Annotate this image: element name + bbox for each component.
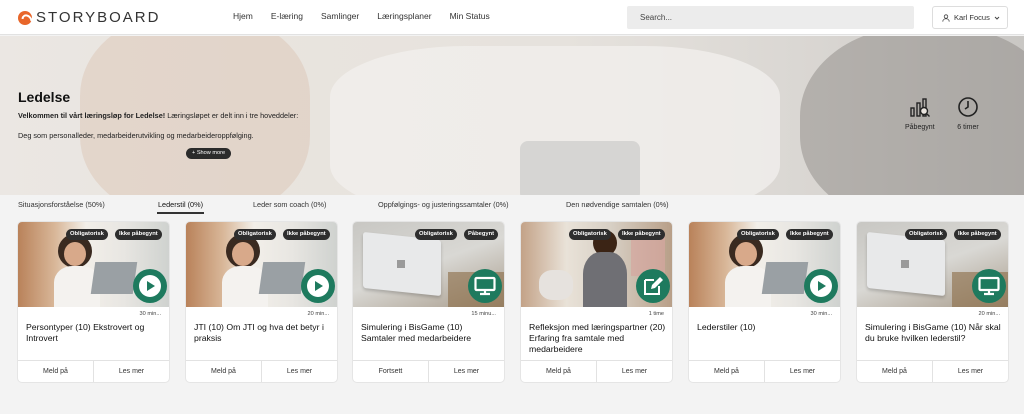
read-more-button[interactable]: Les mer bbox=[597, 361, 672, 382]
mandatory-badge: Obligatorisk bbox=[66, 229, 108, 240]
nav-item-min-status[interactable]: Min Status bbox=[450, 11, 490, 21]
card-duration: 20 min... bbox=[978, 311, 1000, 317]
tab-oppfolgingssamtaler[interactable]: Oppfølgings- og justeringssamtaler (0%) bbox=[378, 200, 509, 209]
section-tabs: Situasjonsforståelse (50%) Lederstil (0%… bbox=[0, 195, 1024, 215]
card-title[interactable]: Simulering i BisGame (10) Samtaler med m… bbox=[361, 322, 499, 344]
play-button[interactable] bbox=[301, 269, 335, 303]
card-actions: Fortsett Les mer bbox=[353, 360, 504, 382]
status-badge: Ikke påbegynt bbox=[786, 229, 833, 240]
logo-icon bbox=[18, 10, 32, 25]
status-badge: Ikke påbegynt bbox=[115, 229, 162, 240]
course-card[interactable]: Obligatorisk Ikke påbegynt 20 min... Sim… bbox=[857, 222, 1008, 382]
enroll-button[interactable]: Meld på bbox=[857, 361, 933, 382]
nav-item-e-laering[interactable]: E-læring bbox=[271, 11, 303, 21]
card-duration: 20 min... bbox=[307, 311, 329, 317]
status-badge: Påbegynt bbox=[464, 229, 499, 240]
status-badge: Ikke påbegynt bbox=[618, 229, 665, 240]
intro-text-line2: Deg som personalleder, medarbeiderutvikl… bbox=[18, 131, 254, 140]
main-nav: Hjem E-læring Samlinger Læringsplaner Mi… bbox=[233, 11, 508, 21]
read-more-button[interactable]: Les mer bbox=[933, 361, 1008, 382]
course-card[interactable]: Obligatorisk Ikke påbegynt 30 min... Led… bbox=[689, 222, 840, 382]
tab-lederstil[interactable]: Lederstil (0%) bbox=[156, 200, 205, 214]
progress-chart-icon bbox=[910, 98, 930, 117]
card-actions: Meld på Les mer bbox=[857, 360, 1008, 382]
nav-item-hjem[interactable]: Hjem bbox=[233, 11, 253, 21]
nav-item-samlinger[interactable]: Samlinger bbox=[321, 11, 359, 21]
logo[interactable]: STORYBOARD bbox=[18, 9, 160, 26]
top-bar: STORYBOARD Hjem E-læring Samlinger Lærin… bbox=[0, 0, 1024, 35]
tab-leder-som-coach[interactable]: Leder som coach (0%) bbox=[253, 200, 326, 209]
edit-icon bbox=[644, 277, 663, 295]
tab-nodvendige-samtalen[interactable]: Den nødvendige samtalen (0%) bbox=[566, 200, 669, 209]
chevron-down-icon bbox=[994, 16, 1000, 20]
mandatory-badge: Obligatorisk bbox=[737, 229, 779, 240]
status-badge: Ikke påbegynt bbox=[954, 229, 1001, 240]
card-title[interactable]: JTI (10) Om JTI og hva det betyr i praks… bbox=[194, 322, 332, 344]
clock-icon bbox=[958, 97, 978, 117]
card-actions: Meld på Les mer bbox=[521, 360, 672, 382]
card-actions: Meld på Les mer bbox=[186, 360, 337, 382]
continue-button[interactable]: Fortsett bbox=[353, 361, 429, 382]
card-actions: Meld på Les mer bbox=[18, 360, 169, 382]
card-title[interactable]: Refleksjon med læringspartner (20) Erfar… bbox=[529, 322, 667, 355]
hero-banner: Ledelse Velkommen til vårt læringsløp fo… bbox=[0, 36, 1024, 195]
monitor-icon bbox=[474, 276, 496, 296]
open-simulation-button[interactable] bbox=[468, 269, 502, 303]
user-icon bbox=[942, 13, 950, 22]
page-title: Ledelse bbox=[18, 89, 71, 105]
play-button[interactable] bbox=[804, 269, 838, 303]
intro-rest: Læringsløpet er delt inn i tre hoveddele… bbox=[165, 111, 299, 120]
show-more-button[interactable]: + Show more bbox=[186, 148, 232, 159]
duration-label: 6 timer bbox=[957, 124, 979, 131]
mandatory-badge: Obligatorisk bbox=[234, 229, 276, 240]
course-card[interactable]: Obligatorisk Ikke påbegynt 1 time Reflek… bbox=[521, 222, 672, 382]
read-more-button[interactable]: Les mer bbox=[262, 361, 337, 382]
card-duration: 1 time bbox=[648, 311, 664, 317]
duration-stat: 6 timer bbox=[957, 96, 979, 131]
card-title[interactable]: Lederstiler (10) bbox=[697, 322, 835, 333]
mandatory-badge: Obligatorisk bbox=[569, 229, 611, 240]
read-more-button[interactable]: Les mer bbox=[429, 361, 504, 382]
course-card[interactable]: Obligatorisk Påbegynt 15 minu... Simuler… bbox=[353, 222, 504, 382]
reflection-button[interactable] bbox=[636, 269, 670, 303]
play-icon bbox=[139, 275, 161, 297]
play-button[interactable] bbox=[133, 269, 167, 303]
card-actions: Meld på Les mer bbox=[689, 360, 840, 382]
course-card[interactable]: Obligatorisk Ikke påbegynt 20 min... JTI… bbox=[186, 222, 337, 382]
nav-item-laeringsplaner[interactable]: Læringsplaner bbox=[377, 11, 431, 21]
user-name: Karl Focus bbox=[954, 13, 990, 22]
tab-situasjonsforstaelse[interactable]: Situasjonsforståelse (50%) bbox=[18, 200, 105, 209]
enroll-button[interactable]: Meld på bbox=[18, 361, 94, 382]
mandatory-badge: Obligatorisk bbox=[905, 229, 947, 240]
user-menu-button[interactable]: Karl Focus bbox=[932, 6, 1008, 29]
card-duration: 15 minu... bbox=[471, 311, 496, 317]
card-duration: 30 min... bbox=[810, 311, 832, 317]
open-simulation-button[interactable] bbox=[972, 269, 1006, 303]
logo-text: STORYBOARD bbox=[36, 9, 161, 26]
intro-bold: Velkommen til vårt læringsløp for Ledels… bbox=[18, 111, 166, 120]
card-title[interactable]: Simulering i BisGame (10) Når skal du br… bbox=[865, 322, 1003, 344]
play-icon bbox=[307, 275, 329, 297]
mandatory-badge: Obligatorisk bbox=[415, 229, 457, 240]
status-label: Påbegynt bbox=[905, 124, 935, 131]
card-duration: 30 min... bbox=[139, 311, 161, 317]
read-more-button[interactable]: Les mer bbox=[765, 361, 840, 382]
monitor-icon bbox=[978, 276, 1000, 296]
hero-background-laptop bbox=[520, 141, 640, 195]
status-badge: Ikke påbegynt bbox=[283, 229, 330, 240]
search-input[interactable]: Search... bbox=[627, 6, 914, 29]
enroll-button[interactable]: Meld på bbox=[521, 361, 597, 382]
read-more-button[interactable]: Les mer bbox=[94, 361, 169, 382]
status-stat: Påbegynt bbox=[905, 96, 935, 131]
course-card[interactable]: Obligatorisk Ikke påbegynt 30 min... Per… bbox=[18, 222, 169, 382]
enroll-button[interactable]: Meld på bbox=[186, 361, 262, 382]
intro-text: Velkommen til vårt læringsløp for Ledels… bbox=[18, 111, 298, 120]
play-icon bbox=[810, 275, 832, 297]
enroll-button[interactable]: Meld på bbox=[689, 361, 765, 382]
card-title[interactable]: Persontyper (10) Ekstrovert og Introvert bbox=[26, 322, 164, 344]
